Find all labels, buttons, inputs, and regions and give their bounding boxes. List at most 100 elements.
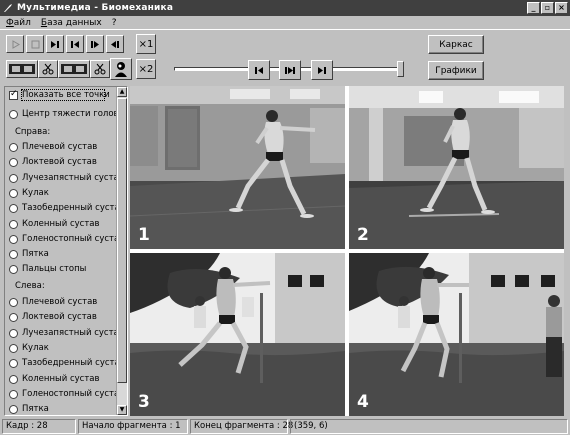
radio-left-item[interactable]: Лучезапястный сустав <box>9 328 124 338</box>
radio-label: Голеностопный сустав <box>22 234 125 244</box>
radio-label: Лучезапястный сустав <box>22 328 124 338</box>
radio-icon[interactable] <box>9 374 18 384</box>
close-icon[interactable]: × <box>555 2 568 14</box>
radio-icon[interactable] <box>9 234 18 244</box>
radio-right-item[interactable]: Кулак <box>9 188 49 198</box>
scroll-down-icon[interactable]: ▼ <box>117 405 127 415</box>
show-all-label: Показать все точки <box>22 90 110 100</box>
cut-fragment-button[interactable] <box>90 60 110 78</box>
play-icon <box>12 39 20 49</box>
zoom-x1-button[interactable]: ×1 <box>136 34 156 54</box>
radio-label: Тазобедренный сустав <box>22 358 125 368</box>
photo-frame-3[interactable]: 3 <box>130 253 345 416</box>
radio-right-item[interactable]: Коленный сустав <box>9 219 100 229</box>
frame-play-button[interactable] <box>279 60 301 80</box>
restore-icon[interactable]: ▫ <box>541 2 554 14</box>
minimize-icon[interactable]: _ <box>527 2 540 14</box>
first-frame-button[interactable] <box>66 35 84 53</box>
photo-frame-2[interactable]: 2 <box>349 86 564 249</box>
photo-grid: 1 2 3 4 <box>130 86 564 416</box>
radio-icon[interactable] <box>9 404 18 414</box>
scroll-up-icon[interactable]: ▲ <box>117 87 127 97</box>
radio-label: Плечевой сустав <box>22 142 98 152</box>
window-title: Мультимедиа - Биомеханика <box>17 3 174 13</box>
window-controls: _ ▫ × <box>527 2 568 14</box>
status-frame: Кадр : 28 <box>2 419 76 434</box>
frame-slider-thumb[interactable] <box>397 61 404 77</box>
stop-icon <box>31 40 39 48</box>
radio-icon[interactable] <box>9 203 18 213</box>
radio-left-item[interactable]: Плечевой сустав <box>9 297 97 307</box>
next-step-button[interactable] <box>86 35 104 53</box>
toolbar: ×1 ×2 1 28 Каркас Графики <box>0 29 570 100</box>
status-fragment-start: Начало фрагмента : 1 <box>78 419 188 434</box>
frame-last-button[interactable] <box>311 60 333 80</box>
person-button[interactable] <box>110 58 132 80</box>
radio-icon[interactable] <box>9 312 18 322</box>
head-center-label: Центр тяжести головы <box>22 109 126 119</box>
scissors-icon <box>94 63 106 75</box>
film-strip-1-button[interactable] <box>6 60 38 78</box>
left-group-label: Слева: <box>15 281 45 291</box>
scissors-icon <box>42 63 54 75</box>
play-to-end-button[interactable] <box>46 35 64 53</box>
radio-left-item[interactable]: Коленный сустав <box>9 374 100 384</box>
radio-icon[interactable] <box>9 358 18 368</box>
radio-icon[interactable] <box>9 142 18 152</box>
radio-left-item[interactable]: Пятка <box>9 404 49 414</box>
radio-right-item[interactable]: Тазобедренный сустав <box>9 203 125 213</box>
radio-right-item[interactable]: Локтевой сустав <box>9 157 97 167</box>
radio-icon[interactable] <box>9 157 18 167</box>
film-strip-2-button[interactable] <box>58 60 90 78</box>
stop-button[interactable] <box>26 35 44 53</box>
panel-scrollbar[interactable]: ▲ ▼ <box>116 87 127 415</box>
radio-head-center[interactable]: Центр тяжести головы <box>9 109 125 119</box>
radio-icon[interactable] <box>9 328 18 338</box>
frame-last-icon <box>318 66 326 74</box>
right-group-label: Справа: <box>15 127 51 137</box>
frame-first-button[interactable] <box>248 60 270 80</box>
grafiki-button[interactable]: Графики <box>428 61 484 80</box>
radio-right-item[interactable]: Пятка <box>9 249 49 259</box>
radio-label: Лучезапястный сустав <box>22 173 124 183</box>
radio-right-item[interactable]: Лучезапястный сустав <box>9 173 124 183</box>
show-all-checkbox[interactable]: Показать все точки <box>9 89 110 100</box>
menu-file[interactable]: Файл <box>6 18 31 28</box>
cut-button[interactable] <box>38 60 58 78</box>
radio-icon[interactable] <box>9 343 18 353</box>
radio-icon[interactable] <box>9 389 18 399</box>
radio-left-item[interactable]: Тазобедренный сустав <box>9 358 125 368</box>
menu-bar: Файл База данных ? <box>0 16 570 29</box>
radio-label: Кулак <box>22 343 49 353</box>
photo-number-4: 4 <box>357 392 369 412</box>
radio-right-item[interactable]: Пальцы стопы <box>9 264 86 274</box>
checkbox-icon[interactable] <box>9 89 18 100</box>
radio-icon[interactable] <box>9 219 18 229</box>
radio-label: Пятка <box>22 404 49 414</box>
status-fragment-end: Конец фрагмента : 28 <box>190 419 293 434</box>
play-button[interactable] <box>6 35 24 53</box>
menu-database[interactable]: База данных <box>41 18 102 28</box>
radio-icon[interactable] <box>9 297 18 307</box>
photo-frame-4[interactable]: 4 <box>349 253 564 416</box>
radio-icon[interactable] <box>9 173 18 183</box>
radio-icon[interactable] <box>9 188 18 198</box>
photo-1-image <box>130 86 345 249</box>
radio-label: Пальцы стопы <box>22 264 87 274</box>
radio-left-item[interactable]: Кулак <box>9 343 49 353</box>
photo-number-2: 2 <box>357 225 369 245</box>
karkas-button[interactable]: Каркас <box>428 35 484 54</box>
radio-left-item[interactable]: Локтевой сустав <box>9 312 97 322</box>
radio-icon[interactable] <box>9 264 18 274</box>
menu-help[interactable]: ? <box>112 18 117 28</box>
radio-icon[interactable] <box>9 109 18 119</box>
radio-left-item[interactable]: Голеностопный сустав <box>9 389 124 399</box>
prev-step-button[interactable] <box>106 35 124 53</box>
radio-right-item[interactable]: Плечевой сустав <box>9 142 97 152</box>
radio-icon[interactable] <box>9 249 18 259</box>
first-frame-icon <box>71 40 79 48</box>
radio-right-item[interactable]: Голеностопный сустав <box>9 234 124 244</box>
photo-frame-1[interactable]: 1 <box>130 86 345 249</box>
scrollbar-thumb[interactable] <box>117 98 127 383</box>
zoom-x2-button[interactable]: ×2 <box>136 59 156 79</box>
